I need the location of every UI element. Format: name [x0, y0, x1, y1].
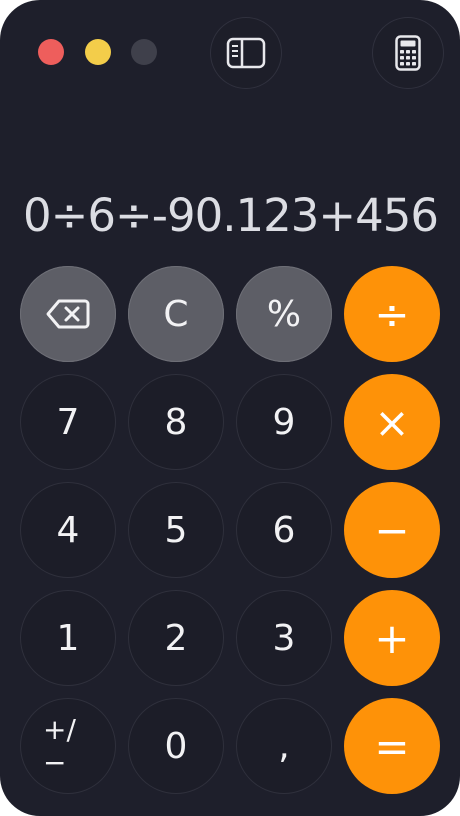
expression-display: 0÷6÷-90.123+456	[23, 189, 439, 242]
digit-4-button[interactable]: 4	[20, 482, 116, 578]
close-window-button[interactable]	[38, 39, 64, 65]
add-button[interactable]: +	[344, 590, 440, 686]
sidebar-icon	[226, 37, 266, 69]
percent-button[interactable]: %	[236, 266, 332, 362]
digit-2-button[interactable]: 2	[128, 590, 224, 686]
digit-6-button[interactable]: 6	[236, 482, 332, 578]
calculator-icon	[395, 35, 421, 71]
divide-button[interactable]: ÷	[344, 266, 440, 362]
equals-button[interactable]: =	[344, 698, 440, 794]
toggle-sidebar-button[interactable]	[210, 17, 282, 89]
digit-1-button[interactable]: 1	[20, 590, 116, 686]
digit-3-button[interactable]: 3	[236, 590, 332, 686]
subtract-button[interactable]: −	[344, 482, 440, 578]
backspace-button[interactable]	[20, 266, 116, 362]
digit-8-button[interactable]: 8	[128, 374, 224, 470]
clear-button[interactable]: C	[128, 266, 224, 362]
digit-9-button[interactable]: 9	[236, 374, 332, 470]
calculator-mode-button[interactable]	[372, 17, 444, 89]
backspace-icon	[46, 299, 90, 329]
digit-7-button[interactable]: 7	[20, 374, 116, 470]
plus-minus-label: +/−	[43, 713, 76, 779]
decimal-button[interactable]: ,	[236, 698, 332, 794]
digit-5-button[interactable]: 5	[128, 482, 224, 578]
digit-0-button[interactable]: 0	[128, 698, 224, 794]
calculator-window: 0÷6÷-90.123+456 C % ÷ 7 8 9 × 4 5 6 − 1 …	[0, 0, 460, 816]
zoom-window-button[interactable]	[131, 39, 157, 65]
multiply-button[interactable]: ×	[344, 374, 440, 470]
minimize-window-button[interactable]	[85, 39, 111, 65]
plus-minus-button[interactable]: +/−	[20, 698, 116, 794]
